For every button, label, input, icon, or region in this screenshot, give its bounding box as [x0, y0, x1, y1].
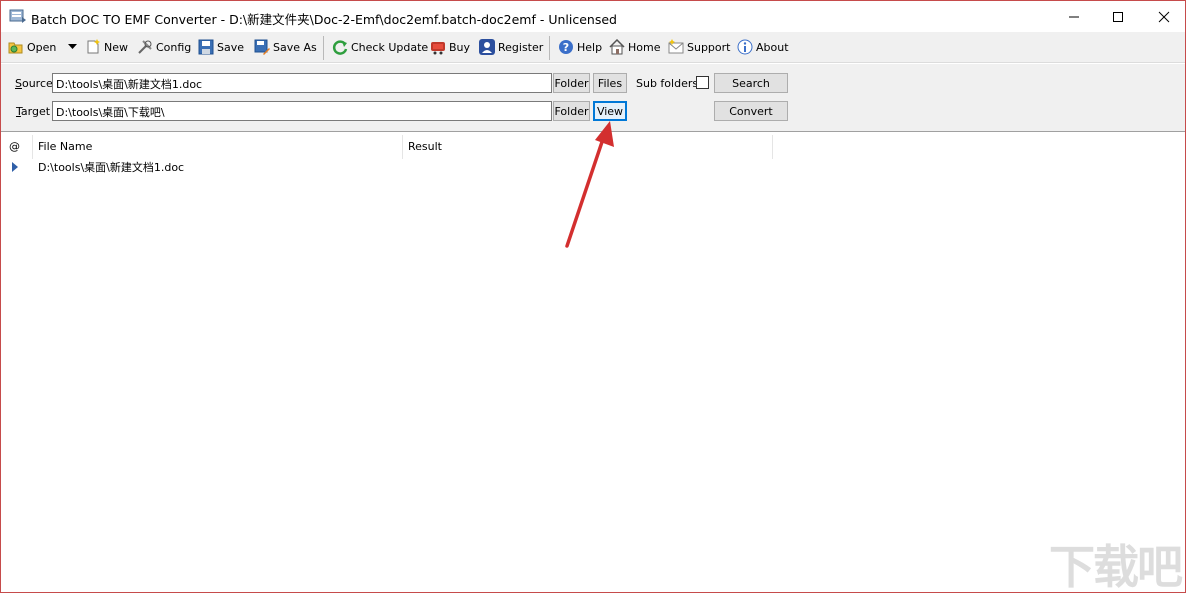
- file-name-cell: D:\tools\桌面\新建文档1.doc: [38, 161, 185, 174]
- chevron-down-icon: [68, 44, 77, 49]
- open-button[interactable]: Open: [8, 36, 56, 58]
- app-icon: [9, 8, 27, 24]
- row-pointer-icon: [12, 160, 18, 178]
- floppy-disk-icon: [198, 39, 214, 55]
- column-header-status[interactable]: @: [5, 135, 33, 159]
- source-label-accesskey: S: [15, 77, 22, 90]
- buy-button[interactable]: Buy: [430, 36, 470, 58]
- save-as-button[interactable]: Save As: [254, 36, 317, 58]
- save-label: Save: [217, 40, 245, 54]
- home-icon: [609, 39, 625, 55]
- register-button[interactable]: Register: [479, 36, 543, 58]
- refresh-icon: [332, 40, 348, 55]
- watermark: 下载吧: [1049, 540, 1183, 594]
- search-button[interactable]: Search: [714, 73, 788, 93]
- source-files-button[interactable]: Files: [593, 73, 627, 93]
- app-window: Batch DOC TO EMF Converter - D:\新建文件夹\Do…: [0, 0, 1186, 594]
- check-update-label: Check Update: [351, 40, 429, 54]
- close-button[interactable]: [1141, 1, 1186, 32]
- save-button[interactable]: Save: [198, 36, 244, 58]
- list-header: @ File Name Result: [1, 135, 773, 159]
- config-button[interactable]: Config: [137, 36, 191, 58]
- help-icon: ?: [559, 40, 573, 54]
- convert-button[interactable]: Convert: [714, 101, 788, 121]
- toolbar-separator: [549, 36, 550, 60]
- toolbar: Open New Config Save Save As Check Updat…: [1, 32, 1185, 63]
- help-button[interactable]: ? Help: [558, 36, 602, 58]
- maximize-button[interactable]: [1095, 1, 1141, 32]
- user-icon: [479, 39, 495, 55]
- home-button[interactable]: Home: [609, 36, 660, 58]
- toolbar-separator: [323, 36, 324, 60]
- minimize-button[interactable]: [1051, 1, 1097, 32]
- new-button[interactable]: New: [85, 36, 128, 58]
- buy-label: Buy: [449, 40, 471, 54]
- support-button[interactable]: Support: [668, 36, 730, 58]
- source-label: Source: [15, 77, 53, 90]
- source-folder-button[interactable]: Folder: [553, 73, 590, 93]
- check-update-button[interactable]: Check Update: [332, 36, 428, 58]
- new-document-icon: [87, 39, 100, 54]
- open-folder-icon: [8, 42, 23, 54]
- info-icon: [737, 39, 753, 55]
- subfolders-label: Sub folders: [636, 77, 699, 90]
- source-path-input[interactable]: D:\tools\桌面\新建文档1.doc: [52, 73, 552, 93]
- save-as-icon: [254, 39, 270, 55]
- target-label-text: arget: [20, 105, 51, 118]
- target-label: Target: [16, 105, 50, 118]
- support-icon: [668, 39, 684, 54]
- open-label: Open: [27, 40, 57, 54]
- title-bar: Batch DOC TO EMF Converter - D:\新建文件夹\Do…: [1, 1, 1185, 32]
- config-label: Config: [156, 40, 192, 54]
- save-as-label: Save As: [273, 40, 317, 54]
- svg-text:?: ?: [563, 41, 569, 54]
- about-label: About: [756, 40, 789, 54]
- tools-icon: [138, 40, 152, 54]
- new-label: New: [104, 40, 128, 54]
- column-header-file-name[interactable]: File Name: [33, 135, 403, 159]
- home-label: Home: [628, 40, 661, 54]
- window-title: Batch DOC TO EMF Converter - D:\新建文件夹\Do…: [31, 12, 617, 27]
- help-label: Help: [577, 40, 603, 54]
- target-path-input[interactable]: D:\tools\桌面\下载吧\: [52, 101, 552, 121]
- target-folder-button[interactable]: Folder: [553, 101, 590, 121]
- open-dropdown[interactable]: [68, 36, 77, 58]
- table-row[interactable]: D:\tools\桌面\新建文档1.doc: [1, 159, 773, 177]
- subfolders-checkbox[interactable]: [696, 76, 709, 89]
- about-button[interactable]: About: [737, 36, 789, 58]
- annotation-arrow: [565, 121, 614, 248]
- source-label-text: ource: [21, 77, 53, 90]
- target-view-button[interactable]: View: [593, 101, 627, 121]
- shopping-cart-icon: [431, 42, 445, 55]
- register-label: Register: [498, 40, 544, 54]
- support-label: Support: [687, 40, 731, 54]
